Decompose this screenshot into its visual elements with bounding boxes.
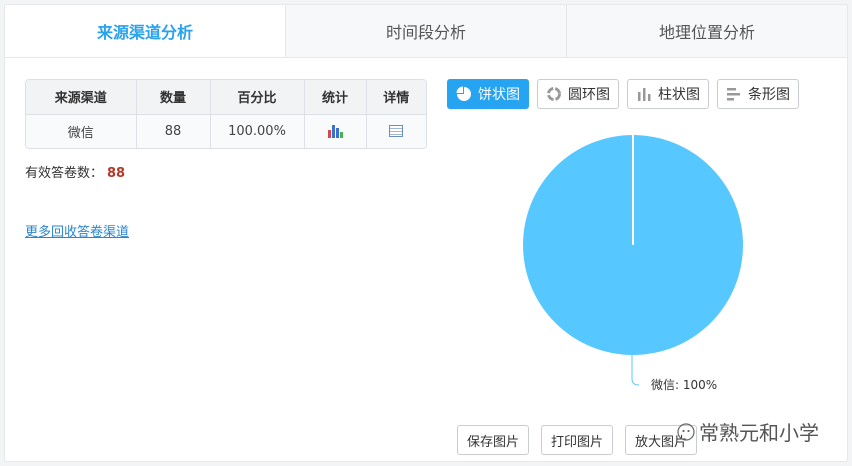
detail-list-icon[interactable]	[389, 125, 404, 138]
watermark-text: 常熟元和小学	[699, 421, 819, 445]
col-percent: 百分比	[209, 80, 304, 115]
table-header-row: 来源渠道 数量 百分比 统计 详情	[26, 80, 426, 115]
valid-responses: 有效答卷数： 88	[25, 162, 125, 181]
bar-chart-icon	[727, 88, 740, 101]
chart-type-pie-button[interactable]: 饼状图	[447, 79, 529, 109]
col-detail: 详情	[365, 80, 426, 115]
chart-type-bar-button[interactable]: 条形图	[717, 79, 799, 109]
analysis-tabs: 来源渠道分析 时间段分析 地理位置分析	[5, 5, 847, 58]
stats-chart-icon[interactable]	[327, 124, 343, 139]
valid-responses-label: 有效答卷数：	[25, 166, 104, 181]
table-row: 微信 88 100.00%	[26, 114, 426, 148]
col-channel: 来源渠道	[26, 80, 136, 115]
cell-count: 88	[135, 114, 210, 148]
cell-stats	[303, 114, 366, 148]
pie-chart: 微信: 100%	[523, 135, 743, 392]
tab-time-period[interactable]: 时间段分析	[285, 5, 566, 57]
cell-percent: 100.00%	[209, 114, 304, 148]
channel-table: 来源渠道 数量 百分比 统计 详情 微信 88 100.00%	[25, 79, 427, 149]
print-image-button[interactable]: 打印图片	[541, 425, 614, 455]
more-channels-link[interactable]: 更多回收答卷渠道	[25, 221, 129, 240]
survey-analysis-panel: 来源渠道分析 时间段分析 地理位置分析 来源渠道 数量 百分比 统计 详情 微信…	[4, 4, 848, 462]
pie-chart-icon	[456, 86, 471, 101]
watermark: 常熟元和小学	[677, 417, 819, 446]
chart-type-column-label: 柱状图	[658, 87, 700, 103]
chart-type-pie-label: 饼状图	[478, 87, 520, 103]
cell-detail	[365, 114, 426, 148]
cell-channel: 微信	[26, 114, 136, 148]
chart-type-column-button[interactable]: 柱状图	[627, 79, 709, 109]
chart-type-donut-button[interactable]: 圆环图	[537, 79, 619, 109]
chart-type-bar-label: 条形图	[748, 87, 790, 103]
chart-type-donut-label: 圆环图	[568, 87, 610, 103]
pie-slice-label: 微信: 100%	[651, 378, 717, 392]
valid-responses-count: 88	[107, 166, 126, 181]
save-image-button[interactable]: 保存图片	[457, 425, 530, 455]
donut-chart-icon	[547, 87, 561, 101]
column-chart-icon	[638, 88, 651, 101]
col-stats: 统计	[303, 80, 366, 115]
pie-leader-line	[631, 355, 640, 386]
tab-source-channel[interactable]: 来源渠道分析	[5, 5, 285, 57]
tab-geo-location[interactable]: 地理位置分析	[566, 5, 847, 57]
col-count: 数量	[135, 80, 210, 115]
wechat-icon	[677, 422, 695, 441]
